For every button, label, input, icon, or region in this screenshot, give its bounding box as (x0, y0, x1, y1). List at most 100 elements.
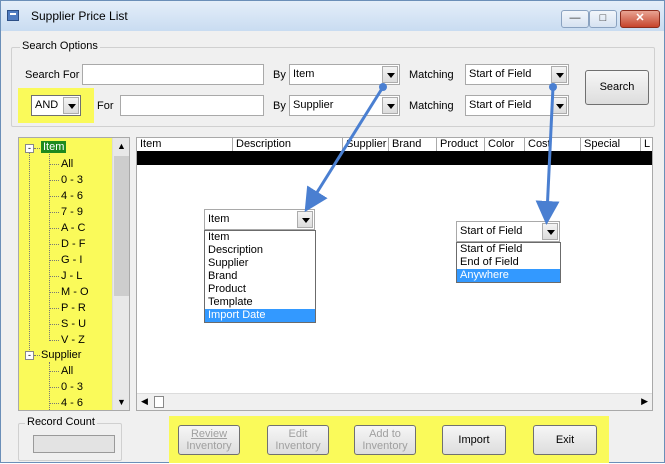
matching-dropdown-demo-value: Start of Field (460, 225, 523, 237)
tree-node-supplier[interactable]: Supplier (41, 349, 81, 361)
chevron-down-icon[interactable] (551, 66, 567, 83)
for-input[interactable] (120, 95, 264, 116)
scroll-left-icon[interactable]: ◀ (141, 396, 148, 407)
collapse-supplier-icon[interactable]: - (25, 351, 34, 360)
by-dropdown-option[interactable]: Item (205, 231, 315, 244)
tree-node-item-range[interactable]: D - F (61, 238, 85, 250)
search-for-input[interactable] (82, 64, 264, 85)
close-button[interactable]: ✕ (620, 10, 660, 28)
chevron-down-icon[interactable] (551, 97, 567, 114)
app-icon (7, 10, 19, 21)
review-inventory-line1: Review (190, 428, 228, 440)
chevron-down-icon[interactable] (382, 66, 398, 83)
tree-node-item-range[interactable]: 4 - 6 (61, 190, 83, 202)
grid-scroll-thumb[interactable] (154, 396, 164, 408)
review-inventory-button[interactable]: Review Inventory (178, 425, 240, 455)
by-dropdown-option[interactable]: Description (205, 244, 315, 257)
edit-inventory-line2: Inventory (275, 440, 321, 452)
tree-node-supplier-range[interactable]: All (61, 365, 73, 377)
scroll-up-icon[interactable]: ▲ (117, 141, 126, 151)
search-options-label: Search Options (20, 40, 100, 52)
matching-select-2-value: Start of Field (469, 99, 532, 111)
grid-column-header[interactable]: Cost (525, 138, 581, 151)
tree-node-item-range[interactable]: 7 - 9 (61, 206, 83, 218)
matching-dropdown-option[interactable]: Start of Field (457, 243, 560, 256)
tree-line (49, 403, 59, 404)
tree-node-item-range[interactable]: A - C (61, 222, 85, 234)
collapse-item-icon[interactable]: - (25, 144, 34, 153)
import-button[interactable]: Import (442, 425, 506, 455)
by-dropdown-option[interactable]: Template (205, 296, 315, 309)
grid-horizontal-scrollbar[interactable]: ◀ ▶ (137, 393, 652, 410)
tree-line (49, 244, 59, 245)
tree-line (49, 387, 59, 388)
tree-line (49, 180, 59, 181)
tree-node-supplier-range[interactable]: 0 - 3 (61, 381, 83, 393)
add-to-inventory-line2: Inventory (362, 440, 408, 452)
scroll-down-icon[interactable]: ▼ (117, 397, 126, 407)
tree-node-item-range[interactable]: P - R (61, 302, 86, 314)
matching-dropdown-demo[interactable]: Start of Field (456, 221, 560, 242)
matching-label-1: Matching (409, 69, 454, 81)
chevron-down-icon[interactable] (297, 211, 313, 228)
grid-column-header[interactable]: Description (233, 138, 343, 151)
by-dropdown-option[interactable]: Brand (205, 270, 315, 283)
tree-node-item-range[interactable]: G - I (61, 254, 82, 266)
minimize-button[interactable]: — (561, 10, 589, 28)
exit-button[interactable]: Exit (533, 425, 597, 455)
by-select-1-value: Item (293, 68, 315, 80)
chevron-down-icon[interactable] (63, 97, 79, 114)
tree-node-item-range[interactable]: J - L (61, 270, 82, 282)
scroll-right-icon[interactable]: ▶ (641, 396, 648, 407)
tree-node-item-range[interactable]: 0 - 3 (61, 174, 83, 186)
record-count-display (33, 435, 115, 453)
by-dropdown-list[interactable]: Item Description Supplier Brand Product Templ… (204, 230, 316, 323)
by-dropdown-option[interactable]: Supplier (205, 257, 315, 270)
grid-column-header[interactable]: Product (437, 138, 485, 151)
tree-line (34, 355, 40, 356)
chevron-down-icon[interactable] (542, 223, 558, 240)
tree-line (49, 260, 59, 261)
title-bar: Supplier Price List — □ ✕ (1, 1, 664, 31)
by-dropdown-option[interactable]: Import Date (205, 309, 315, 322)
matching-select-2[interactable]: Start of Field (465, 95, 569, 116)
grid-selected-row[interactable] (137, 151, 652, 165)
supplier-price-list-window: Supplier Price List — □ ✕ Search Options… (0, 0, 665, 463)
grid-column-header[interactable]: Supplier (343, 138, 389, 151)
edit-inventory-button[interactable]: Edit Inventory (267, 425, 329, 455)
grid-column-header[interactable]: Brand (389, 138, 437, 151)
and-or-value: AND (35, 99, 59, 111)
tree-line (49, 228, 59, 229)
matching-dropdown-option[interactable]: Anywhere (457, 269, 560, 282)
grid-column-header[interactable]: L (641, 138, 652, 151)
grid-column-header[interactable]: Special (581, 138, 641, 151)
tree-node-item[interactable]: Item (41, 141, 67, 153)
by-select-1[interactable]: Item (289, 64, 400, 85)
matching-dropdown-list[interactable]: Start of Field End of Field Anywhere (456, 242, 561, 283)
chevron-down-icon[interactable] (382, 97, 398, 114)
tree-node-item-range[interactable]: M - O (61, 286, 89, 298)
by-select-2[interactable]: Supplier (289, 95, 400, 116)
tree-line (49, 154, 50, 339)
record-count-label: Record Count (25, 416, 97, 428)
matching-dropdown-option[interactable]: End of Field (457, 256, 560, 269)
category-tree[interactable]: - Item All 0 - 3 4 - 6 7 - 9 A - C D - F G - I… (18, 137, 130, 411)
and-or-select[interactable]: AND (31, 95, 81, 116)
matching-select-1[interactable]: Start of Field (465, 64, 569, 85)
tree-line (49, 308, 59, 309)
window-title: Supplier Price List (31, 9, 128, 23)
tree-node-item-range[interactable]: S - U (61, 318, 86, 330)
tree-scroll-thumb[interactable] (114, 156, 129, 296)
grid-column-header[interactable]: Color (485, 138, 525, 151)
tree-scrollbar[interactable]: ▲ ▼ (112, 138, 129, 410)
tree-node-supplier-range[interactable]: 4 - 6 (61, 397, 83, 409)
search-button[interactable]: Search (585, 70, 649, 105)
by-dropdown-option[interactable]: Product (205, 283, 315, 296)
tree-line (29, 152, 30, 360)
tree-node-item-range[interactable]: V - Z (61, 334, 85, 346)
maximize-button[interactable]: □ (589, 10, 617, 28)
tree-node-item-range[interactable]: All (61, 158, 73, 170)
by-dropdown-demo[interactable]: Item (204, 209, 315, 230)
grid-column-header[interactable]: Item (137, 138, 233, 151)
add-to-inventory-button[interactable]: Add to Inventory (354, 425, 416, 455)
